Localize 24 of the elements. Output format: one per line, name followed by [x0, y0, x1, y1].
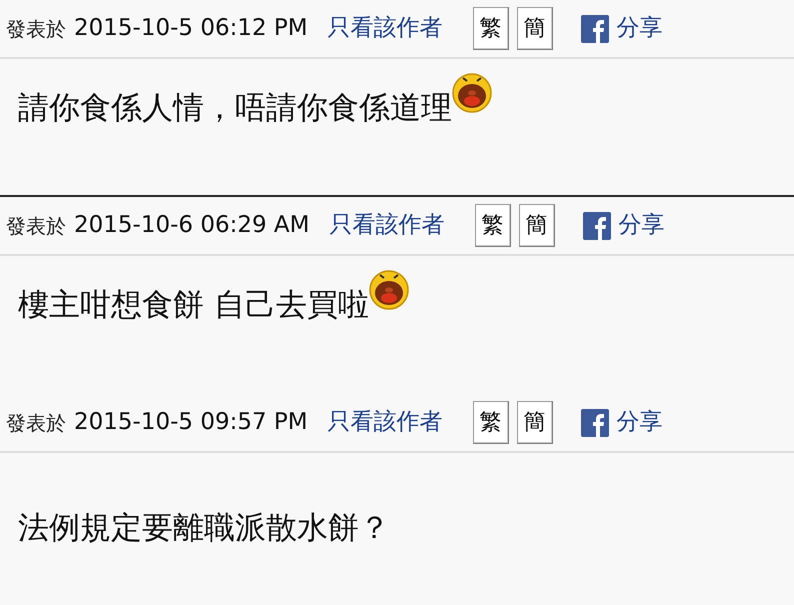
post-text: 樓主咁想食餅 自己去買啦: [18, 286, 369, 325]
facebook-icon[interactable]: [580, 408, 609, 436]
script-toggle-button[interactable]: 繁: [472, 7, 509, 50]
share-link[interactable]: 分享: [618, 208, 665, 243]
posted-label: 發表於: [6, 410, 66, 436]
posted-label: 發表於: [6, 16, 66, 42]
share-link[interactable]: 分享: [616, 405, 663, 440]
script-toggle-button[interactable]: 繁: [472, 401, 509, 444]
post-date: 2015-10-6 06:29 AM: [74, 211, 310, 240]
script-toggle-button[interactable]: 簡: [516, 401, 553, 444]
author-only-link[interactable]: 只看該作者: [330, 208, 445, 243]
share-link[interactable]: 分享: [616, 11, 663, 46]
script-toggle-button[interactable]: 簡: [518, 204, 555, 247]
post-text: 請你食係人情，唔請你食係道理: [18, 89, 452, 128]
post-text: 法例規定要離職派散水餅？: [18, 509, 390, 548]
script-toggle-button[interactable]: 簡: [516, 7, 553, 50]
author-only-link[interactable]: 只看該作者: [328, 11, 443, 46]
facebook-icon[interactable]: [582, 212, 611, 240]
post-date: 2015-10-5 06:12 PM: [74, 14, 308, 44]
facebook-icon[interactable]: [580, 14, 609, 42]
post-date: 2015-10-5 09:57 PM: [74, 408, 308, 438]
posted-label: 發表於: [6, 212, 66, 240]
script-toggle-button[interactable]: 繁: [474, 204, 511, 247]
author-only-link[interactable]: 只看該作者: [328, 405, 443, 440]
